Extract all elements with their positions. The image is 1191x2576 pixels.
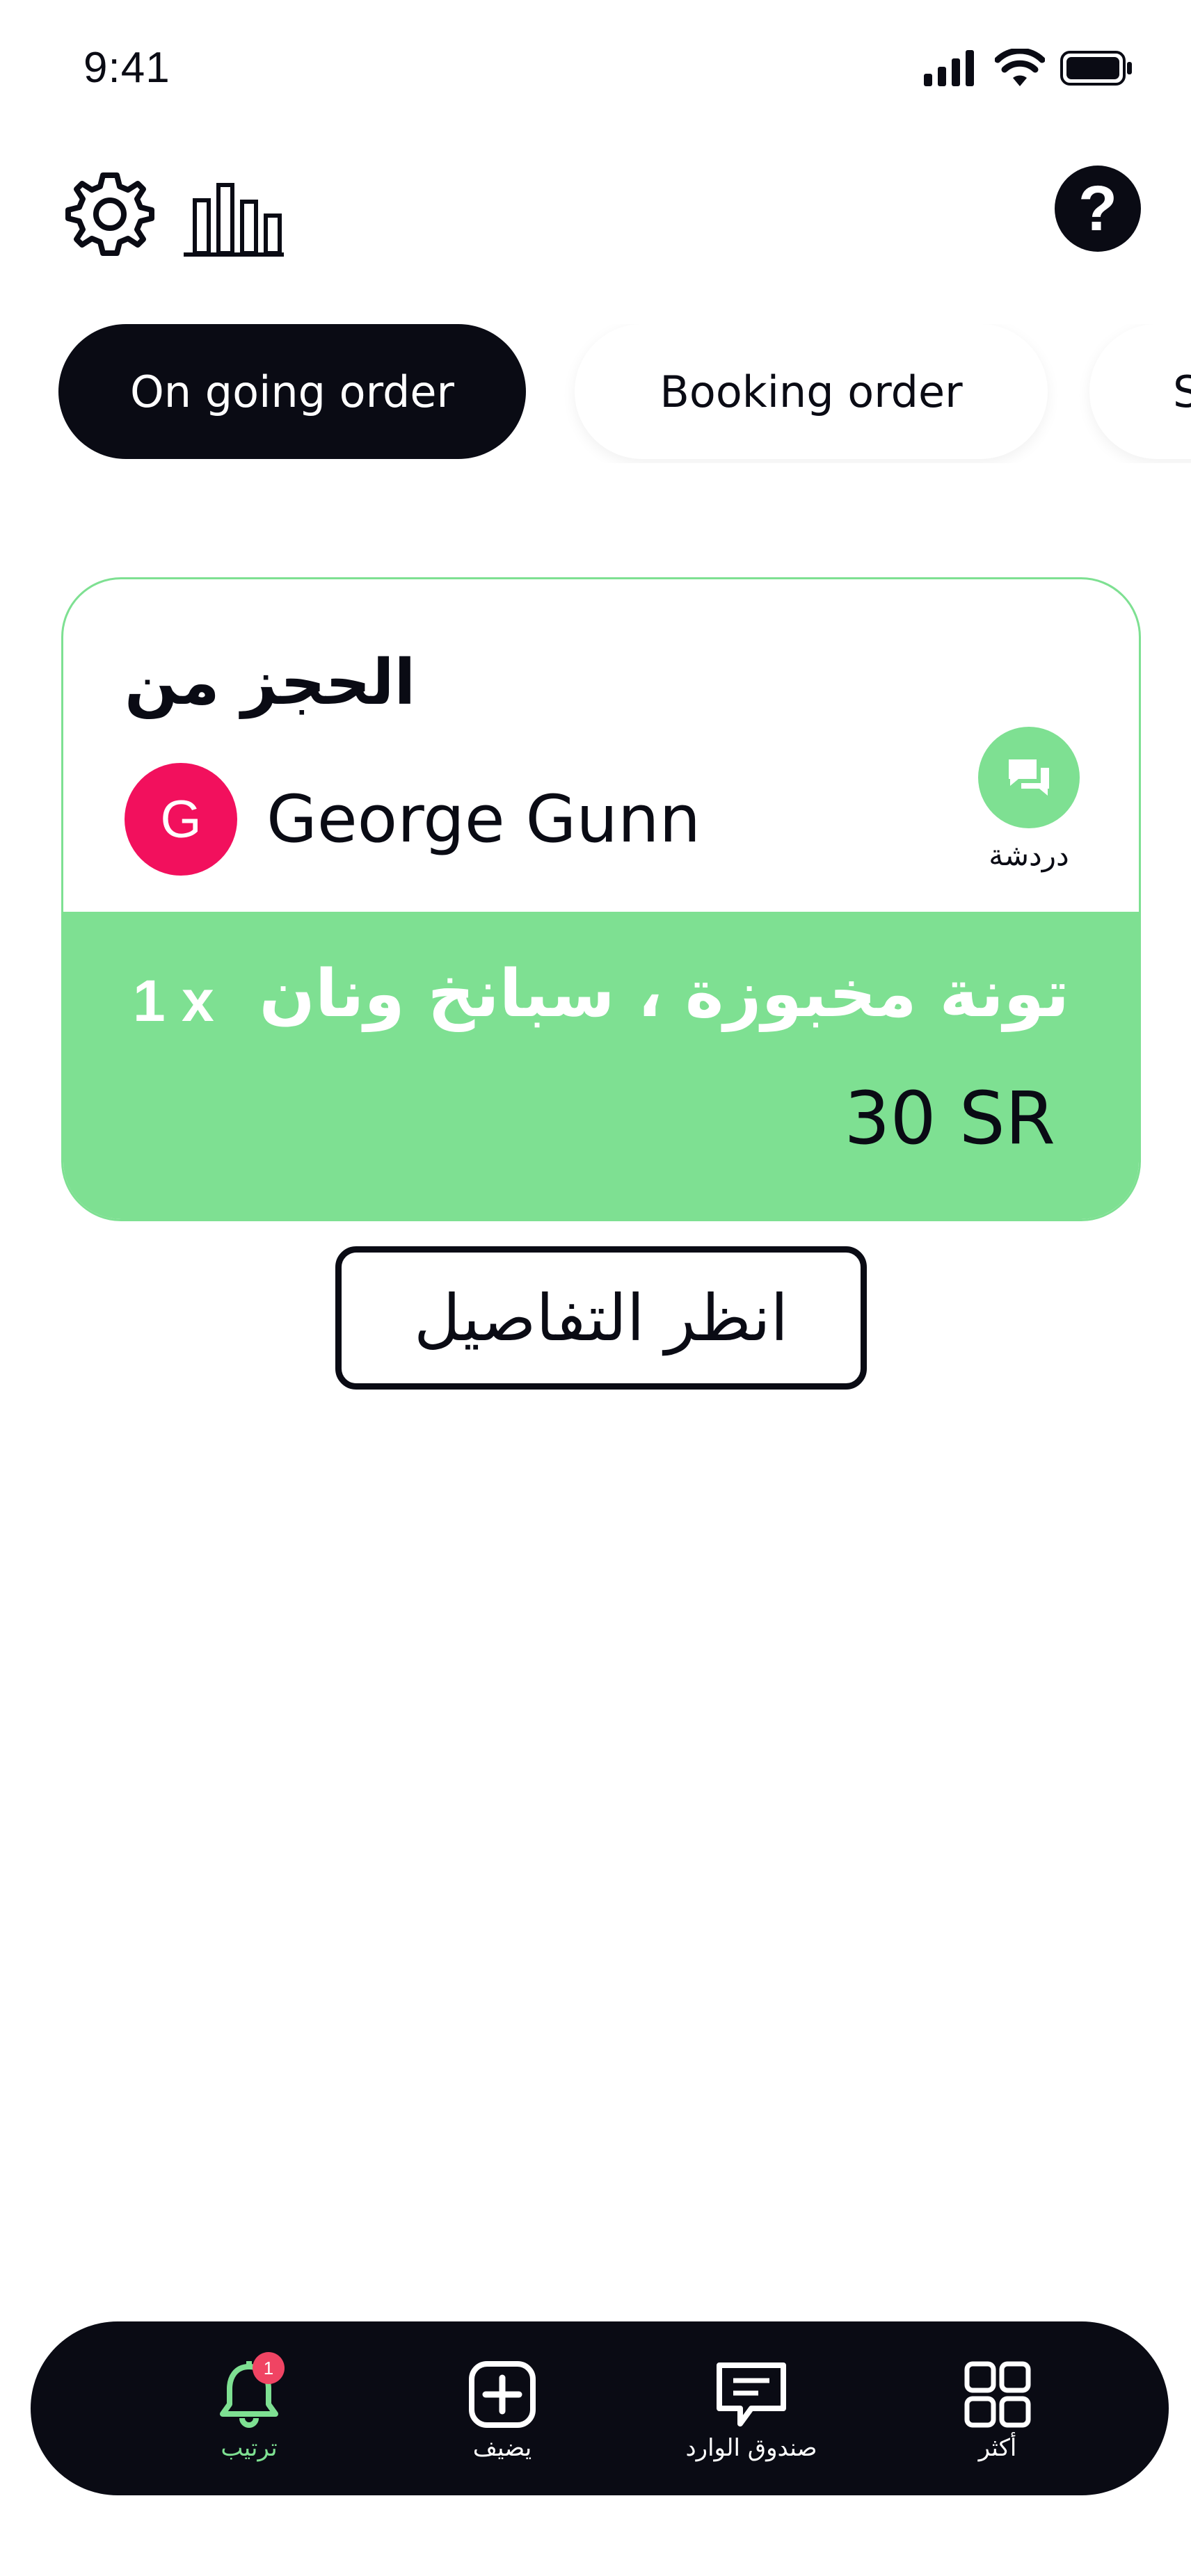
settings-button[interactable]	[61, 166, 159, 263]
chat-label: دردشة	[989, 838, 1069, 872]
gear-icon	[61, 172, 159, 266]
avatar: G	[125, 763, 237, 876]
customer-info: G George Gunn	[125, 763, 701, 876]
battery-icon	[1060, 51, 1133, 88]
bar-chart-icon	[179, 183, 291, 266]
signal-icon	[924, 50, 980, 89]
grid-icon	[959, 2356, 1036, 2433]
plus-square-icon	[464, 2356, 541, 2433]
nav-item-orders[interactable]: 1 ترتيب	[159, 2352, 339, 2481]
order-card: الحجز من G George Gunn دردشة 1 x تونة مخ…	[61, 577, 1141, 1221]
top-toolbar: ?	[0, 153, 1191, 278]
help-button[interactable]: ?	[1055, 166, 1141, 252]
customer-name: George Gunn	[266, 781, 701, 858]
tab-third[interactable]: S	[1089, 324, 1191, 459]
nav-label-inbox: صندوق الوارد	[685, 2434, 817, 2462]
booking-from-heading: الحجز من	[125, 646, 416, 719]
nav-label-add: يضيف	[472, 2434, 532, 2462]
notification-badge: 1	[253, 2352, 285, 2384]
view-details-button[interactable]: انظر التفاصيل	[335, 1246, 867, 1390]
nav-item-add[interactable]: يضيف	[412, 2356, 593, 2481]
order-item-section: 1 x تونة مخبوزة ، سبانخ ونان 30 SR	[63, 912, 1139, 1219]
tab-booking-order[interactable]: Booking order	[575, 324, 1048, 459]
nav-item-inbox[interactable]: صندوق الوارد	[661, 2356, 842, 2481]
chat-icon	[978, 727, 1080, 828]
wifi-icon	[994, 47, 1046, 90]
item-quantity: 1 x	[133, 968, 214, 1033]
message-icon	[713, 2356, 790, 2433]
status-bar: 9:41	[0, 0, 1191, 139]
order-tabs: On going order Booking order S	[0, 324, 1191, 463]
status-icons	[924, 47, 1133, 90]
chat-button[interactable]: دردشة	[977, 727, 1080, 872]
nav-label-more: أكثر	[978, 2434, 1017, 2462]
nav-item-more[interactable]: أكثر	[907, 2356, 1088, 2481]
question-icon: ?	[1078, 172, 1118, 244]
nav-label-orders: ترتيب	[221, 2434, 278, 2462]
item-price: 30 SR	[844, 1076, 1055, 1161]
stats-button[interactable]	[179, 166, 291, 263]
status-time: 9:41	[83, 44, 170, 92]
order-card-header: الحجز من G George Gunn دردشة	[63, 579, 1139, 912]
tab-on-going-order[interactable]: On going order	[58, 324, 526, 459]
bell-icon: 1	[211, 2352, 287, 2433]
bottom-nav: 1 ترتيب يضيف صندوق الوارد أكثر	[31, 2321, 1169, 2495]
item-name: تونة مخبوزة ، سبانخ ونان	[259, 956, 1069, 1032]
